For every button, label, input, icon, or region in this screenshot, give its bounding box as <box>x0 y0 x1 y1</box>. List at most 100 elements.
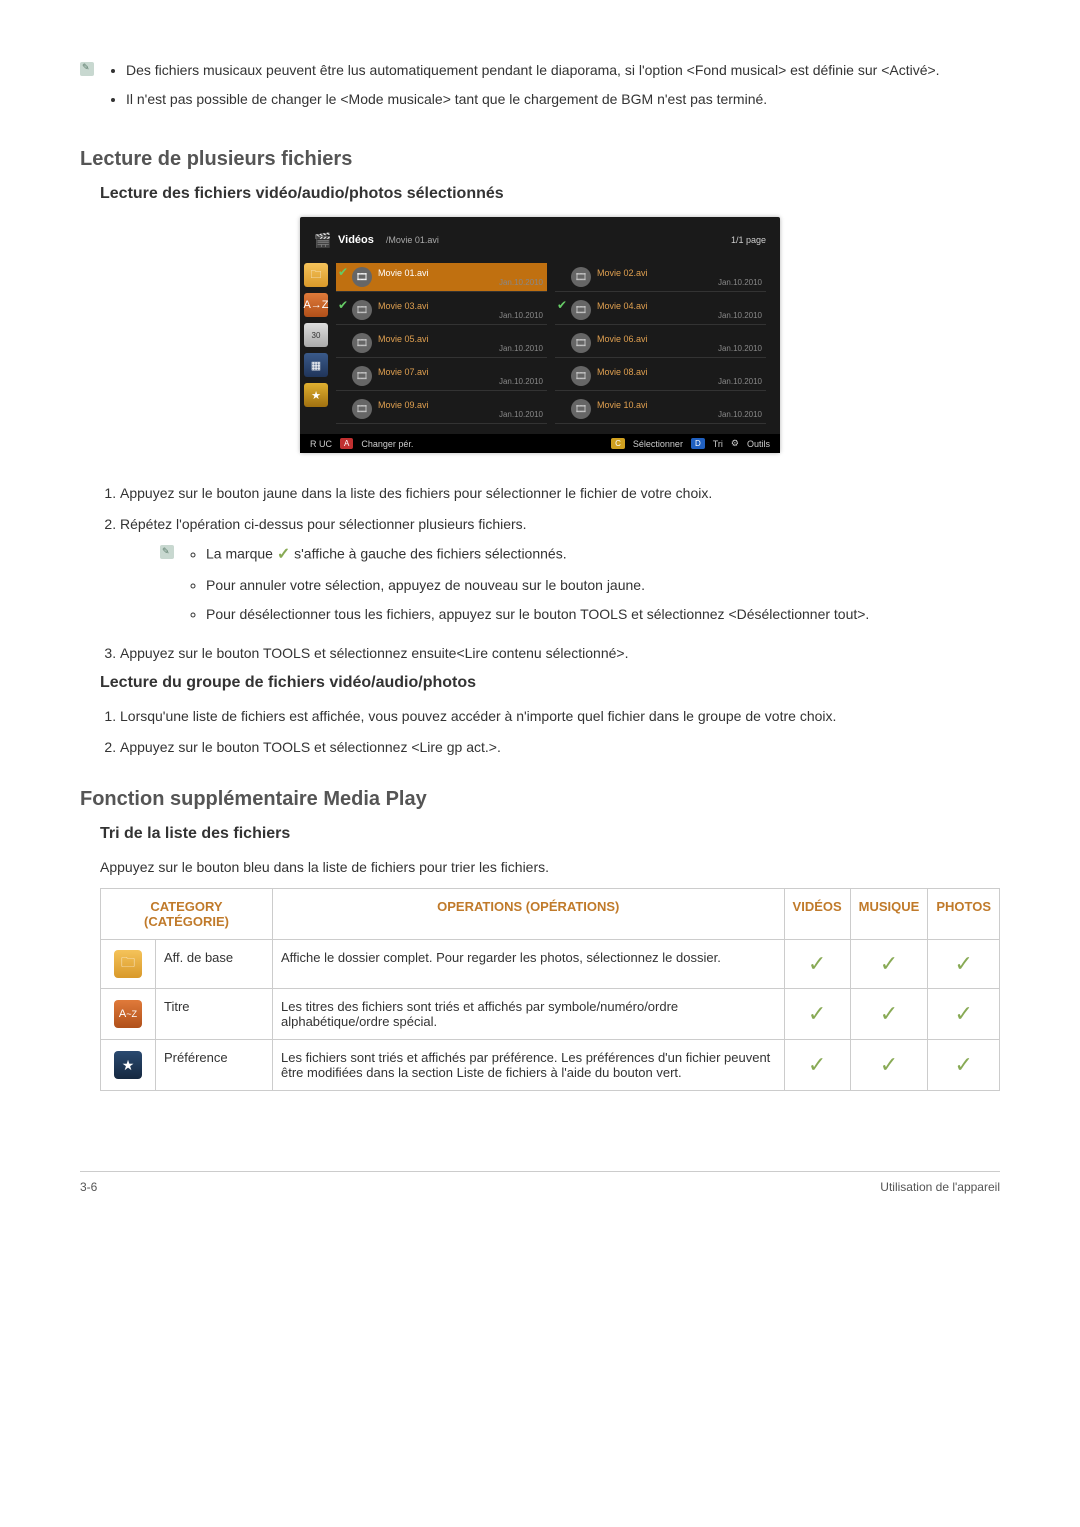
note-item: La marque ✓ s'affiche à gauche des fichi… <box>206 543 869 567</box>
col-header-music: MUSIQUE <box>850 889 928 940</box>
table-row: A~Z TitreLes titres des fichiers sont tri… <box>101 989 1000 1040</box>
subsection-heading: Lecture du groupe de fichiers vidéo/audi… <box>100 674 1000 692</box>
row-check-music: ✓ <box>850 989 928 1040</box>
note-block: La marque ✓ s'affiche à gauche des fichi… <box>160 543 1000 633</box>
check-icon: ✓ <box>277 546 290 563</box>
file-date: Jan.10.2010 <box>378 410 543 419</box>
row-check-videos: ✓ <box>784 940 850 989</box>
sidebar-sort-az-icon: A→Z <box>304 293 328 317</box>
note-block: Des fichiers musicaux peuvent être lus a… <box>80 60 1000 118</box>
film-thumb-icon: 🎞 <box>352 267 372 287</box>
tools-icon: ⚙ <box>731 438 739 449</box>
subsection-heading: Tri de la liste des fichiers <box>100 825 1000 843</box>
file-date: Jan.10.2010 <box>597 311 762 320</box>
file-name: Movie 07.avi <box>378 367 543 377</box>
row-name: Préférence <box>156 1040 273 1091</box>
section-heading: Fonction supplémentaire Media Play <box>80 788 1000 811</box>
check-icon: ✔ <box>557 298 567 312</box>
note-item: Pour désélectionner tous les fichiers, a… <box>206 604 869 625</box>
footer-tri: Tri <box>713 439 723 449</box>
film-thumb-icon: 🎞 <box>352 300 372 320</box>
intro-note-list: Des fichiers musicaux peuvent être lus a… <box>106 60 940 118</box>
film-thumb-icon: 🎞 <box>571 300 591 320</box>
note-item: Pour annuler votre sélection, appuyez de… <box>206 575 869 596</box>
col-header-photos: PHOTOS <box>928 889 1000 940</box>
screenshot-header: 🎬 Vidéos /Movie 01.avi 1/1 page <box>300 227 780 259</box>
page-section-label: Utilisation de l'appareil <box>880 1180 1000 1194</box>
row-name: Aff. de base <box>156 940 273 989</box>
file-item: ✔ 🎞 Movie 01.aviJan.10.2010 <box>336 263 547 292</box>
file-date: Jan.10.2010 <box>378 278 543 287</box>
film-thumb-icon: 🎞 <box>571 399 591 419</box>
sort-table: CATEGORY (CATÉGORIE) OPERATIONS (OPÉRATI… <box>100 888 1000 1091</box>
step-item: Appuyez sur le bouton jaune dans la list… <box>120 483 1000 504</box>
row-ops: Affiche le dossier complet. Pour regarde… <box>273 940 785 989</box>
check-icon: ✔ <box>338 298 348 312</box>
step-item: Répétez l'opération ci-dessus pour sélec… <box>120 514 1000 633</box>
sort-az-icon: A~Z <box>114 1000 142 1028</box>
film-thumb-icon: 🎞 <box>571 366 591 386</box>
table-row: 🗀 Aff. de baseAffiche le dossier complet.… <box>101 940 1000 989</box>
row-name: Titre <box>156 989 273 1040</box>
col-header-category: CATEGORY (CATÉGORIE) <box>101 889 273 940</box>
steps-selected-list: Appuyez sur le bouton jaune dans la list… <box>80 483 1000 664</box>
file-date: Jan.10.2010 <box>378 311 543 320</box>
row-check-videos: ✓ <box>784 989 850 1040</box>
screenshot-title: Vidéos <box>338 234 374 246</box>
file-item: ✔ 🎞 Movie 04.aviJan.10.2010 <box>555 296 766 325</box>
check-icon: ✔ <box>338 265 348 279</box>
file-name: Movie 04.avi <box>597 301 762 311</box>
file-item: 🎞 Movie 10.aviJan.10.2010 <box>555 395 766 424</box>
file-grid: ✔🎞Movie 01.aviJan.10.2010🎞Movie 02.aviJa… <box>332 259 780 434</box>
note-icon <box>80 62 94 76</box>
file-name: Movie 05.avi <box>378 334 543 344</box>
table-row: ★ PréférenceLes fichiers sont triés et af… <box>101 1040 1000 1091</box>
footer-select: Sélectionner <box>633 439 683 449</box>
file-date: Jan.10.2010 <box>597 344 762 353</box>
page-number: 3-6 <box>80 1180 97 1194</box>
file-name: Movie 01.avi <box>378 268 543 278</box>
file-name: Movie 10.avi <box>597 400 762 410</box>
col-header-videos: VIDÉOS <box>784 889 850 940</box>
star-icon: ★ <box>114 1051 142 1079</box>
file-date: Jan.10.2010 <box>597 278 762 287</box>
step-item: Appuyez sur le bouton TOOLS et sélection… <box>120 737 1000 758</box>
button-d-icon: D <box>691 438 705 449</box>
row-check-photos: ✓ <box>928 1040 1000 1091</box>
file-item: ✔🎞Movie 03.aviJan.10.2010 <box>336 296 547 325</box>
film-reel-icon: 🎬 <box>314 231 332 249</box>
file-item: 🎞 Movie 05.aviJan.10.2010 <box>336 329 547 358</box>
row-check-music: ✓ <box>850 940 928 989</box>
sidebar-calendar-icon: 30 <box>304 323 328 347</box>
step-item: Appuyez sur le bouton TOOLS et sélection… <box>120 643 1000 664</box>
sidebar-grid-icon: ▦ <box>304 353 328 377</box>
file-date: Jan.10.2010 <box>597 410 762 419</box>
section-heading: Lecture de plusieurs fichiers <box>80 148 1000 171</box>
file-name: Movie 06.avi <box>597 334 762 344</box>
file-name: Movie 09.avi <box>378 400 543 410</box>
file-name: Movie 02.avi <box>597 268 762 278</box>
sidebar-star-icon: ★ <box>304 383 328 407</box>
button-c-icon: C <box>611 438 625 449</box>
screenshot-sidebar: 🗀 A→Z 30 ▦ ★ <box>300 259 332 434</box>
file-item: 🎞Movie 08.aviJan.10.2010 <box>555 362 766 391</box>
film-thumb-icon: 🎞 <box>352 333 372 353</box>
page-footer: 3-6 Utilisation de l'appareil <box>80 1171 1000 1194</box>
col-header-operations: OPERATIONS (OPÉRATIONS) <box>273 889 785 940</box>
subsection-heading: Lecture des fichiers vidéo/audio/photos … <box>100 185 1000 203</box>
steps-group-list: Lorsqu'une liste de fichiers est affiché… <box>80 706 1000 758</box>
sidebar-folder-icon: 🗀 <box>304 263 328 287</box>
note-icon <box>160 545 174 559</box>
row-ops: Les fichiers sont triés et affichés par … <box>273 1040 785 1091</box>
file-date: Jan.10.2010 <box>378 344 543 353</box>
row-ops: Les titres des fichiers sont triés et af… <box>273 989 785 1040</box>
footer-uc: R UC <box>310 439 332 449</box>
folder-icon: 🗀 <box>114 950 142 978</box>
file-date: Jan.10.2010 <box>378 377 543 386</box>
file-item: 🎞Movie 07.aviJan.10.2010 <box>336 362 547 391</box>
breadcrumb: /Movie 01.avi <box>386 235 439 245</box>
footer-changer: Changer pér. <box>361 439 413 449</box>
videos-browser-screenshot: 🎬 Vidéos /Movie 01.avi 1/1 page 🗀 A→Z 30… <box>300 217 780 453</box>
note-item: Des fichiers musicaux peuvent être lus a… <box>126 60 940 81</box>
page-indicator: 1/1 page <box>731 235 766 245</box>
